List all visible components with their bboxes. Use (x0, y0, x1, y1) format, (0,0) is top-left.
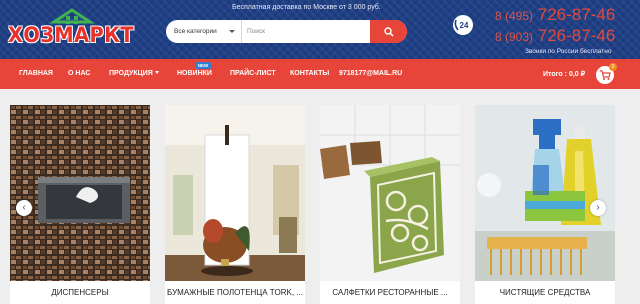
category-select-label: Все категории (174, 28, 217, 35)
phone-number: 726-87-46 (537, 5, 616, 24)
product-card-napkins[interactable]: САЛФЕТКИ РЕСТОРАННЫЕ ... (320, 105, 460, 304)
new-badge: NEW (195, 62, 211, 69)
chevron-right-icon: › (596, 202, 600, 213)
search-button[interactable] (370, 20, 407, 43)
nav-item-contacts[interactable]: КОНТАКТЫ (290, 70, 329, 77)
dropdown-caret-icon (229, 30, 235, 33)
carousel-prev-button[interactable]: ‹ (16, 200, 32, 216)
chevron-down-icon (154, 71, 159, 74)
product-caption: САЛФЕТКИ РЕСТОРАННЫЕ ... (332, 288, 448, 297)
site-header: ХОЗМАРКТ Бесплатная доставка по Москве о… (0, 0, 640, 59)
nav-item-about[interactable]: О НАС (68, 70, 90, 77)
cart-icon (600, 70, 611, 80)
nav-item-products[interactable]: ПРОДУКЦИЯ (109, 70, 159, 77)
nav-item-products-label: ПРОДУКЦИЯ (109, 70, 153, 77)
support-24-label: 24 (460, 21, 469, 30)
product-caption: ЧИСТЯЩИЕ СРЕДСТВА (499, 288, 591, 297)
product-caption: БУМАЖНЫЕ ПОЛОТЕНЦА TORK, ... (167, 288, 303, 297)
phone-code: 8 (903) (495, 30, 534, 44)
product-card-paper-towels[interactable]: БУМАЖНЫЕ ПОЛОТЕНЦА TORK, ... (165, 105, 305, 304)
product-image (165, 105, 305, 281)
product-image (475, 105, 615, 281)
logo-text: ХОЗМАРКТ (8, 23, 135, 47)
free-calls-note: Звонки по России бесплатно (525, 48, 612, 55)
cart-total: Итого : 0,0 ₽ (543, 71, 586, 78)
search-bar: Все категории (166, 20, 407, 43)
cart-count-badge: 0 (609, 63, 617, 71)
main-nav: ГЛАВНАЯ О НАС ПРОДУКЦИЯ НОВИНКИ NEW ПРАЙ… (0, 59, 640, 89)
search-input[interactable] (242, 20, 370, 43)
support-24-icon: 24 (452, 14, 474, 36)
search-icon (383, 26, 394, 37)
chevron-left-icon: ‹ (22, 202, 26, 213)
site-logo[interactable]: ХОЗМАРКТ (8, 8, 143, 48)
nav-item-new[interactable]: НОВИНКИ (177, 70, 212, 77)
nav-item-price-list[interactable]: ПРАЙС-ЛИСТ (230, 70, 276, 77)
product-carousel: ДИСПЕНСЕРЫ БУМАЖНЫЕ ПОЛОТЕНЦА TORK, ... … (0, 89, 640, 304)
phone-number: 726-87-46 (537, 26, 616, 45)
nav-item-home[interactable]: ГЛАВНАЯ (19, 70, 53, 77)
category-select[interactable]: Все категории (166, 20, 242, 43)
product-caption: ДИСПЕНСЕРЫ (51, 288, 109, 297)
phone-code: 8 (495) (495, 9, 534, 23)
phone-moscow[interactable]: 8 (495) 726-87-46 (495, 5, 615, 25)
product-image (320, 105, 460, 281)
nav-item-email[interactable]: 9718177@MAIL.RU (339, 70, 402, 77)
phone-mobile[interactable]: 8 (903) 726-87-46 (495, 26, 615, 46)
carousel-next-button[interactable]: › (590, 200, 606, 216)
product-image (10, 105, 150, 281)
shipping-note: Бесплатная доставка по Москве от 3 000 р… (232, 4, 381, 11)
